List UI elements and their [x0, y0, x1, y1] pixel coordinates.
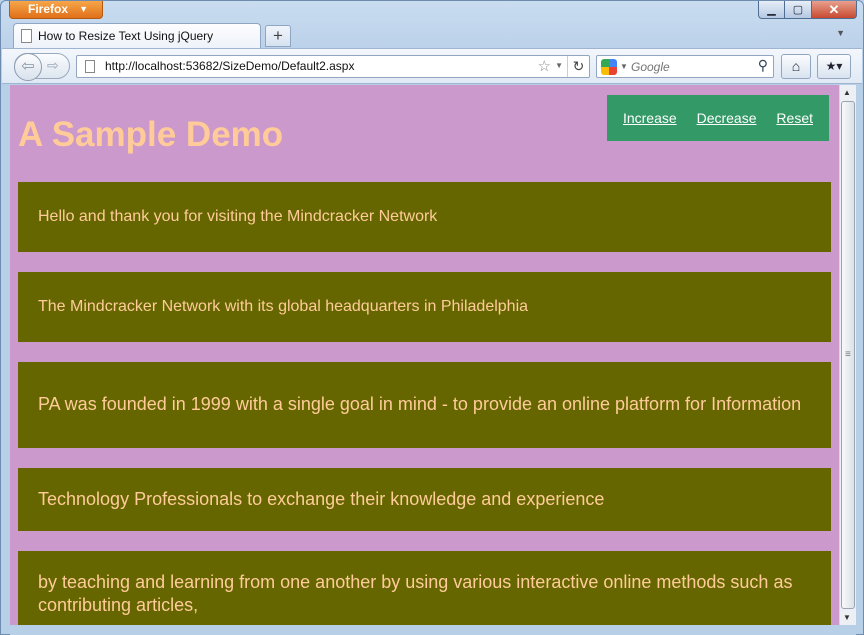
increase-link[interactable]: Increase — [623, 110, 677, 126]
chevron-down-icon[interactable]: ▼ — [620, 62, 628, 71]
close-window-button[interactable]: ✕ — [812, 1, 857, 19]
url-text[interactable]: http://localhost:53682/SizeDemo/Default2… — [105, 56, 354, 77]
content-box: Hello and thank you for visiting the Min… — [18, 182, 831, 252]
content-box: Technology Professionals to exchange the… — [18, 468, 831, 531]
bookmarks-button[interactable]: ★▾ — [817, 54, 851, 79]
google-logo-icon[interactable] — [601, 59, 617, 75]
chevron-down-icon[interactable]: ▼ — [555, 61, 563, 70]
forward-button[interactable]: ⇨ — [47, 57, 59, 74]
reset-link[interactable]: Reset — [776, 110, 813, 126]
back-button[interactable]: ⇦ — [14, 53, 42, 81]
tab-active[interactable]: How to Resize Text Using jQuery — [13, 23, 261, 48]
content-paragraph: Technology Professionals to exchange the… — [38, 488, 605, 509]
bookmarks-icon: ★▾ — [825, 59, 843, 73]
minimize-icon: ▁ — [767, 4, 776, 16]
scroll-down-icon[interactable]: ▼ — [843, 613, 851, 622]
window-bottom-border — [10, 625, 856, 635]
page-icon — [21, 29, 32, 43]
reload-icon: ↻ — [572, 58, 585, 74]
chevron-down-icon: ▼ — [79, 4, 88, 14]
decrease-link[interactable]: Decrease — [697, 110, 757, 126]
reload-button[interactable]: ↻ — [567, 56, 589, 77]
back-arrow-icon: ⇦ — [21, 58, 35, 75]
window-controls: ▁ ▢ ✕ — [758, 1, 857, 19]
font-size-controls: Increase Decrease Reset — [607, 95, 829, 141]
maximize-icon: ▢ — [792, 4, 804, 16]
content-paragraph: by teaching and learning from one anothe… — [38, 571, 793, 615]
url-bar[interactable]: http://localhost:53682/SizeDemo/Default2… — [76, 55, 590, 78]
search-icon[interactable]: ⚲ — [758, 57, 768, 74]
plus-icon: + — [273, 26, 283, 45]
firefox-menu-label: Firefox — [28, 2, 69, 16]
content-paragraph: The Mindcracker Network with its global … — [38, 297, 529, 315]
content-paragraph: PA was founded in 1999 with a single goa… — [38, 394, 802, 415]
tab-title: How to Resize Text Using jQuery — [38, 29, 214, 43]
content-box: The Mindcracker Network with its global … — [18, 272, 831, 342]
vertical-scrollbar[interactable]: ▲ ≡ ▼ — [839, 85, 856, 625]
back-forward-group: ⇦ ⇨ — [14, 53, 70, 81]
tab-list-chevron-icon[interactable]: ▼ — [836, 28, 845, 38]
page-title: A Sample Demo — [18, 115, 284, 154]
page-icon — [85, 60, 95, 73]
home-icon: ⌂ — [791, 58, 801, 74]
new-tab-button[interactable]: + — [265, 25, 291, 47]
bookmark-star-icon[interactable]: ☆ — [538, 57, 551, 75]
content-box: by teaching and learning from one anothe… — [18, 551, 831, 625]
content-box: PA was founded in 1999 with a single goa… — [18, 362, 831, 448]
search-bar: ▼ ⚲ — [596, 55, 774, 78]
close-icon: ✕ — [828, 1, 840, 17]
minimize-button[interactable]: ▁ — [758, 1, 785, 19]
scroll-up-icon[interactable]: ▲ — [843, 88, 851, 97]
content-paragraph: Hello and thank you for visiting the Min… — [38, 207, 438, 225]
search-input[interactable] — [631, 58, 751, 75]
grip-icon: ≡ — [845, 349, 851, 360]
navigation-toolbar: ⇦ ⇨ http://localhost:53682/SizeDemo/Defa… — [2, 48, 862, 84]
firefox-menu-button[interactable]: Firefox ▼ — [9, 1, 103, 19]
forward-arrow-icon: ⇨ — [47, 57, 59, 73]
page-viewport: A Sample Demo Increase Decrease Reset He… — [10, 85, 839, 625]
scrollbar-thumb[interactable]: ≡ — [841, 101, 855, 609]
maximize-button[interactable]: ▢ — [785, 1, 812, 19]
browser-window: Firefox ▼ ▁ ▢ ✕ How to Resize Text Using… — [0, 0, 864, 635]
home-button[interactable]: ⌂ — [781, 54, 811, 79]
